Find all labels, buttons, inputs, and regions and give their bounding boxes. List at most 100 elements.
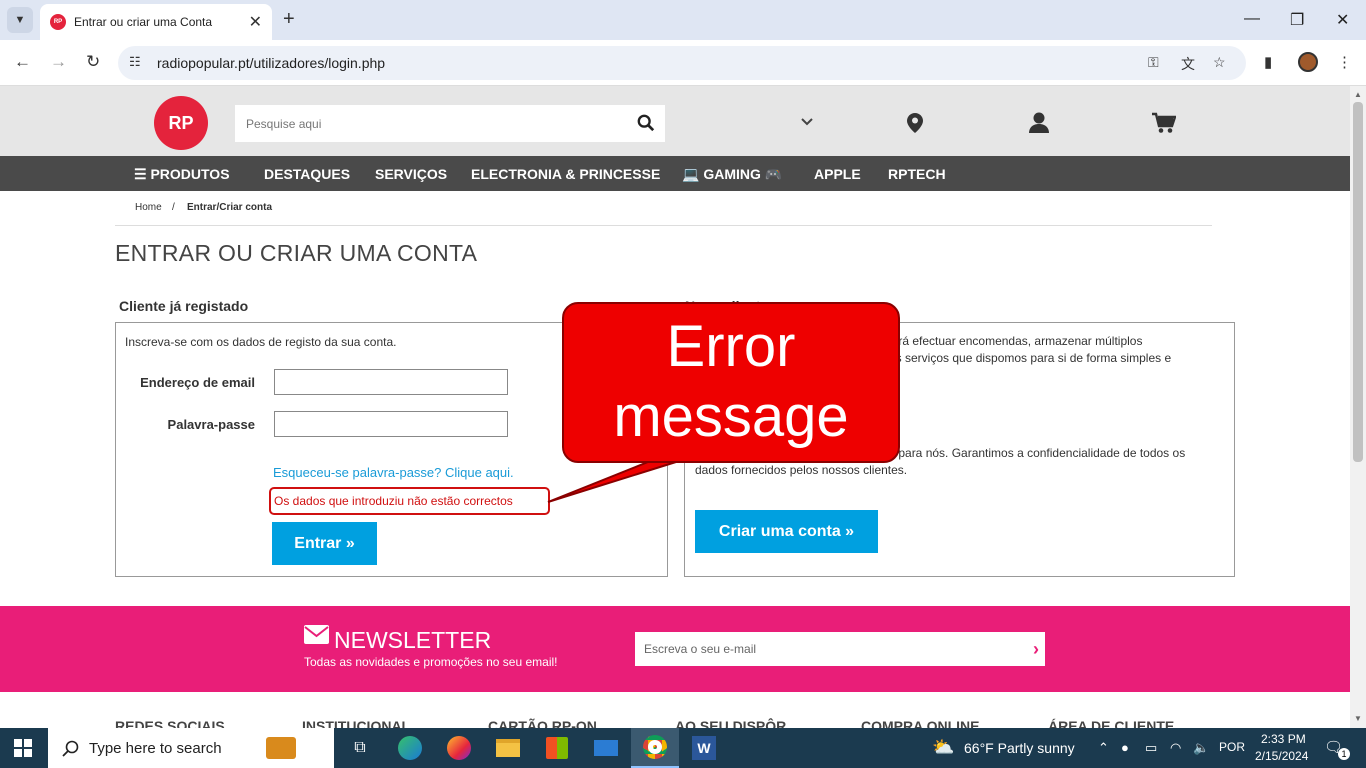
main-menu: ☰ PRODUTOS DESTAQUES SERVIÇOS ELECTRONIA… (0, 156, 1350, 191)
callout-line-2: message (613, 384, 849, 449)
weather-text[interactable]: 66°F Partly sunny (964, 740, 1075, 756)
store-location-icon[interactable] (906, 112, 924, 134)
create-account-button[interactable]: Criar uma conta » (695, 510, 878, 553)
language-indicator[interactable]: POR (1219, 740, 1245, 754)
firefox-icon[interactable] (435, 728, 483, 768)
footer-heading: REDES SOCIAIS (115, 718, 225, 728)
page-title: ENTRAR OU CRIAR UMA CONTA (115, 240, 478, 266)
store-icon[interactable] (533, 728, 581, 768)
battery-icon[interactable]: ▭ (1145, 740, 1157, 756)
tray-overflow-icon[interactable]: ⌃ (1098, 740, 1109, 756)
address-bar[interactable]: ☷ radiopopular.pt/utilizadores/login.php… (118, 46, 1246, 80)
clock-date[interactable]: 2/15/2024 (1255, 749, 1308, 763)
mail-icon[interactable] (582, 728, 630, 768)
hamburger-icon: ☰ (134, 166, 151, 182)
menu-item-destaques[interactable]: DESTAQUES (264, 166, 350, 182)
menu-item-electronia[interactable]: ELECTRONIA & PRINCESSE (471, 166, 660, 182)
volume-icon[interactable]: 🔈 (1193, 740, 1209, 756)
breadcrumb-current: Entrar/Criar conta (187, 202, 273, 213)
task-view-icon[interactable]: ⧉ (336, 728, 384, 768)
new-tab-button[interactable]: + (283, 8, 295, 30)
laptop-icon: 💻 (682, 166, 704, 182)
word-icon[interactable]: W (680, 728, 728, 768)
browser-tabbar: ▼ RP Entrar ou criar uma Conta ✕ + — ❐ ✕ (0, 0, 1366, 40)
password-field[interactable] (274, 411, 508, 437)
page-scrollbar[interactable]: ▲ ▼ (1350, 86, 1366, 728)
side-panel-icon[interactable]: ▮ (1264, 53, 1272, 71)
login-intro: Inscreva-se com os dados de registo da s… (125, 335, 397, 349)
profile-avatar[interactable] (1298, 52, 1318, 72)
restore-icon[interactable]: ❐ (1290, 10, 1304, 30)
footer-heading: ÁREA DE CLIENTE (1048, 718, 1175, 728)
browser-tab-active[interactable]: RP Entrar ou criar uma Conta ✕ (40, 4, 272, 40)
menu-item-apple[interactable]: APPLE (814, 166, 861, 182)
windows-taskbar: Type here to search ⧉ W ⛅ 66°F Partly su… (0, 728, 1366, 768)
site-search (235, 105, 665, 142)
site-info-icon[interactable]: ☷ (129, 54, 141, 70)
taskbar-search-text: Type here to search (89, 739, 222, 757)
browser-menu-icon[interactable]: ⋮ (1337, 53, 1352, 71)
search-input[interactable] (235, 105, 615, 142)
envelope-icon (304, 625, 329, 644)
menu-item-produtos[interactable]: ☰ PRODUTOS (134, 166, 230, 183)
search-icon[interactable] (637, 114, 655, 132)
chevron-down-icon[interactable] (800, 117, 814, 127)
footer-heading: INSTITUCIONAL (302, 718, 411, 728)
briefcase-icon (265, 737, 296, 759)
weather-icon[interactable]: ⛅ (932, 737, 954, 758)
scroll-up-icon[interactable]: ▲ (1354, 90, 1362, 99)
newsletter-subtitle: Todas as novidades e promoções no seu em… (304, 655, 558, 669)
newsletter-email-input[interactable] (635, 632, 1015, 666)
minimize-icon[interactable]: — (1244, 10, 1260, 28)
search-icon (62, 740, 79, 757)
register-text-1a: derá efectuar encomendas, armazenar múlt… (885, 334, 1143, 348)
translate-icon[interactable]: 文 (1181, 54, 1195, 74)
gamepad-icon: 🎮 (760, 166, 783, 182)
file-explorer-icon[interactable] (484, 728, 532, 768)
breadcrumb-home[interactable]: Home (135, 202, 162, 213)
back-icon[interactable]: ← (14, 52, 31, 72)
windows-start-icon[interactable] (14, 739, 32, 757)
site-logo[interactable]: RP (157, 99, 205, 147)
login-submit-button[interactable]: Entrar » (272, 522, 377, 565)
account-user-icon[interactable] (1029, 112, 1049, 134)
site-favicon-icon: RP (50, 14, 66, 30)
tab-search-button[interactable]: ▼ (7, 7, 33, 33)
menu-item-servicos[interactable]: SERVIÇOS (375, 166, 447, 182)
register-text-1b: ros serviços que dispomos para si de for… (885, 351, 1172, 365)
register-text-2b: dados fornecidos pelos nossos clientes. (695, 463, 908, 477)
menu-item-gaming[interactable]: 💻 GAMING 🎮 (682, 166, 782, 183)
email-field[interactable] (274, 369, 508, 395)
clock-time[interactable]: 2:33 PM (1261, 732, 1306, 746)
forgot-password-link[interactable]: Esqueceu-se palavra-passe? Clique aqui. (273, 465, 514, 480)
password-label: Palavra-passe (167, 417, 255, 432)
register-text-2a: te para nós. Garantimos a confidencialid… (885, 446, 1186, 460)
footer-heading: CARTÃO RP-ON (488, 718, 597, 728)
cart-icon[interactable] (1151, 112, 1176, 134)
wifi-icon[interactable]: ◠ (1170, 740, 1181, 756)
newsletter-form: › (635, 632, 1045, 666)
reload-icon[interactable]: ↻ (86, 52, 100, 72)
menu-item-rptech[interactable]: RPTECH (888, 166, 946, 182)
password-key-icon[interactable]: ⚿ (1148, 54, 1159, 71)
newsletter-title: NEWSLETTER (334, 627, 492, 653)
forward-icon[interactable]: → (50, 52, 67, 72)
site-header: RP (0, 86, 1350, 156)
email-label: Endereço de email (140, 375, 255, 390)
scrollbar-thumb[interactable] (1353, 102, 1363, 462)
security-icon[interactable]: ● (1121, 740, 1129, 755)
bookmark-star-icon[interactable]: ☆ (1213, 54, 1226, 71)
tab-title: Entrar ou criar uma Conta (74, 15, 213, 29)
window-close-icon[interactable]: ✕ (1336, 10, 1349, 30)
login-section-title: Cliente já registado (119, 298, 249, 314)
taskbar-search[interactable]: Type here to search (48, 728, 334, 768)
close-tab-icon[interactable]: ✕ (249, 12, 262, 32)
scroll-down-icon[interactable]: ▼ (1354, 714, 1362, 723)
login-error-message: Os dados que introduziu não estão correc… (269, 487, 550, 515)
footer-heading: AO SEU DISPÔR (675, 718, 787, 728)
edge-icon[interactable] (386, 728, 434, 768)
newsletter-submit-arrow-icon[interactable]: › (1033, 639, 1039, 660)
url-text[interactable]: radiopopular.pt/utilizadores/login.php (157, 55, 385, 71)
chrome-icon[interactable] (631, 728, 679, 768)
breadcrumb-separator: / (172, 202, 175, 213)
